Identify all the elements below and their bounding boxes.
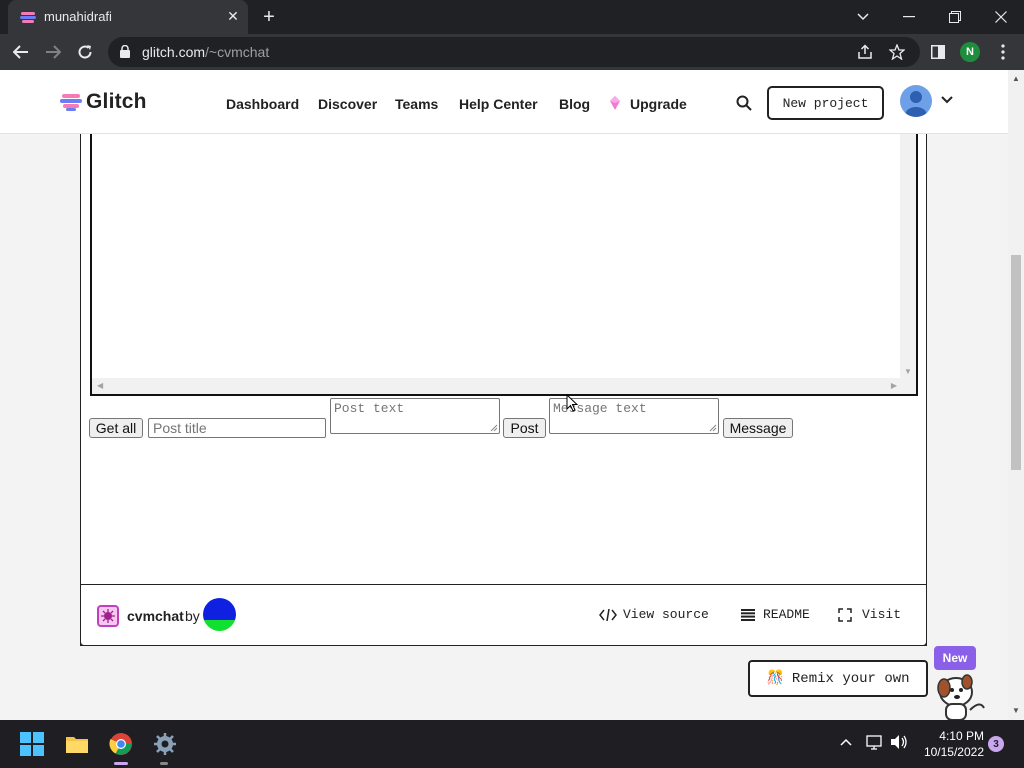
nav-upgrade[interactable]: Upgrade	[630, 96, 687, 112]
file-explorer-icon[interactable]	[65, 732, 89, 756]
tab-search-icon[interactable]	[840, 0, 886, 34]
remix-button[interactable]: 🎊 Remix your own	[748, 660, 928, 697]
volume-icon[interactable]	[890, 734, 908, 750]
view-source-label: View source	[623, 607, 709, 622]
profile-avatar[interactable]: N	[960, 42, 980, 62]
tab-title: munahidrafi	[44, 9, 112, 24]
windows-taskbar: 4:10 PM 10/15/2022 3	[0, 720, 1024, 768]
scroll-down-arrow-icon[interactable]: ▼	[904, 367, 912, 376]
party-emoji-icon: 🎊	[766, 671, 784, 687]
project-footer: cvmchat by View source README Visit	[80, 584, 927, 646]
message-button[interactable]: Message	[723, 418, 793, 438]
settings-gear-icon[interactable]	[153, 732, 177, 756]
nav-discover[interactable]: Discover	[318, 96, 377, 112]
scroll-corner	[900, 378, 916, 394]
browser-tab[interactable]: munahidrafi ✕	[8, 0, 248, 34]
reload-icon[interactable]	[72, 39, 98, 65]
owner-avatar[interactable]	[203, 598, 236, 631]
gem-icon	[610, 96, 620, 110]
fullscreen-icon	[838, 607, 852, 622]
page-scrollbar[interactable]: ▲ ▼	[1008, 70, 1024, 720]
readme-link[interactable]: README	[741, 607, 810, 622]
project-name[interactable]: cvmchat	[127, 608, 184, 624]
restore-button[interactable]	[932, 0, 978, 34]
clock-time: 4:10 PM	[939, 729, 984, 743]
windows-start-icon[interactable]	[20, 732, 44, 756]
chat-vertical-scrollbar[interactable]: ▼	[900, 134, 916, 378]
remix-label: Remix your own	[791, 670, 910, 687]
forward-arrow-icon[interactable]	[40, 39, 66, 65]
side-panel-icon[interactable]	[928, 42, 948, 62]
search-icon[interactable]	[736, 95, 752, 111]
view-source-link[interactable]: View source	[599, 607, 709, 622]
post-title-input[interactable]: Post title	[148, 418, 326, 438]
readme-label: README	[763, 607, 810, 622]
network-icon[interactable]	[866, 734, 884, 750]
page-viewport: Glitch Dashboard Discover Teams Help Cen…	[0, 70, 1008, 720]
new-badge: New	[934, 646, 976, 670]
notification-badge[interactable]: 3	[988, 736, 1004, 752]
nav-help-center[interactable]: Help Center	[459, 96, 538, 112]
resize-grip-icon[interactable]	[709, 424, 717, 432]
browser-titlebar: munahidrafi ✕ +	[0, 0, 1024, 34]
system-clock[interactable]: 4:10 PM 10/15/2022	[918, 728, 984, 760]
clock-date: 10/15/2022	[923, 745, 984, 759]
address-bar[interactable]: glitch.com/~cvmchat	[108, 37, 920, 67]
bookmark-star-icon[interactable]	[888, 43, 906, 61]
running-app-indicator	[160, 762, 168, 765]
chat-output-box[interactable]: ▼ ◀ ▶	[90, 134, 918, 396]
glitch-favicon-icon	[20, 12, 36, 23]
code-icon	[599, 608, 617, 621]
more-menu-icon[interactable]	[993, 42, 1013, 62]
glitch-dog-mascot-icon	[937, 674, 985, 720]
close-window-button[interactable]	[978, 0, 1024, 34]
nav-blog[interactable]: Blog	[559, 96, 590, 112]
project-by-label: by	[185, 608, 200, 624]
project-icon[interactable]	[97, 605, 119, 627]
user-avatar[interactable]	[900, 85, 932, 117]
new-project-button[interactable]: New project	[767, 86, 884, 120]
glitch-logo-icon	[60, 94, 82, 111]
back-arrow-icon[interactable]	[8, 39, 34, 65]
mouse-cursor-icon	[566, 394, 578, 412]
nav-teams[interactable]: Teams	[395, 96, 438, 112]
page-scroll-down-arrow-icon[interactable]: ▼	[1012, 706, 1020, 715]
get-all-button[interactable]: Get all	[89, 418, 143, 438]
visit-link[interactable]: Visit	[838, 607, 901, 622]
tab-close-icon[interactable]: ✕	[224, 7, 242, 25]
visit-label: Visit	[862, 607, 902, 622]
chat-controls: Get all Post title Post text Post Messag…	[81, 396, 928, 456]
lock-icon[interactable]	[120, 45, 130, 58]
glitch-logo-text: Glitch	[86, 90, 147, 113]
glitch-logo[interactable]: Glitch	[60, 90, 147, 114]
url-text[interactable]: glitch.com/~cvmchat	[142, 44, 269, 60]
share-icon[interactable]	[856, 43, 874, 61]
nav-dashboard[interactable]: Dashboard	[226, 96, 299, 112]
resize-grip-icon[interactable]	[490, 424, 498, 432]
app-preview-frame: ▼ ◀ ▶ Get all Post title Post text Post …	[80, 134, 927, 646]
scroll-left-arrow-icon[interactable]: ◀	[97, 381, 103, 390]
chat-horizontal-scrollbar[interactable]: ◀ ▶	[92, 378, 902, 394]
glitch-header: Glitch Dashboard Discover Teams Help Cen…	[0, 70, 1008, 134]
url-host: glitch.com	[142, 44, 206, 60]
chrome-icon[interactable]	[109, 732, 133, 756]
chevron-down-icon[interactable]	[941, 96, 953, 104]
post-button[interactable]: Post	[503, 418, 546, 438]
page-scroll-up-arrow-icon[interactable]: ▲	[1012, 74, 1020, 83]
page-scroll-thumb[interactable]	[1011, 255, 1021, 470]
list-icon	[741, 608, 755, 621]
post-text-textarea[interactable]: Post text	[330, 398, 500, 434]
scroll-right-arrow-icon[interactable]: ▶	[891, 381, 897, 390]
new-tab-button[interactable]: +	[258, 6, 280, 28]
url-path: /~cvmchat	[205, 44, 270, 60]
minimize-button[interactable]	[886, 0, 932, 34]
browser-toolbar: glitch.com/~cvmchat N	[0, 34, 1024, 70]
active-app-indicator	[114, 762, 128, 765]
chevron-up-icon[interactable]	[840, 738, 852, 746]
